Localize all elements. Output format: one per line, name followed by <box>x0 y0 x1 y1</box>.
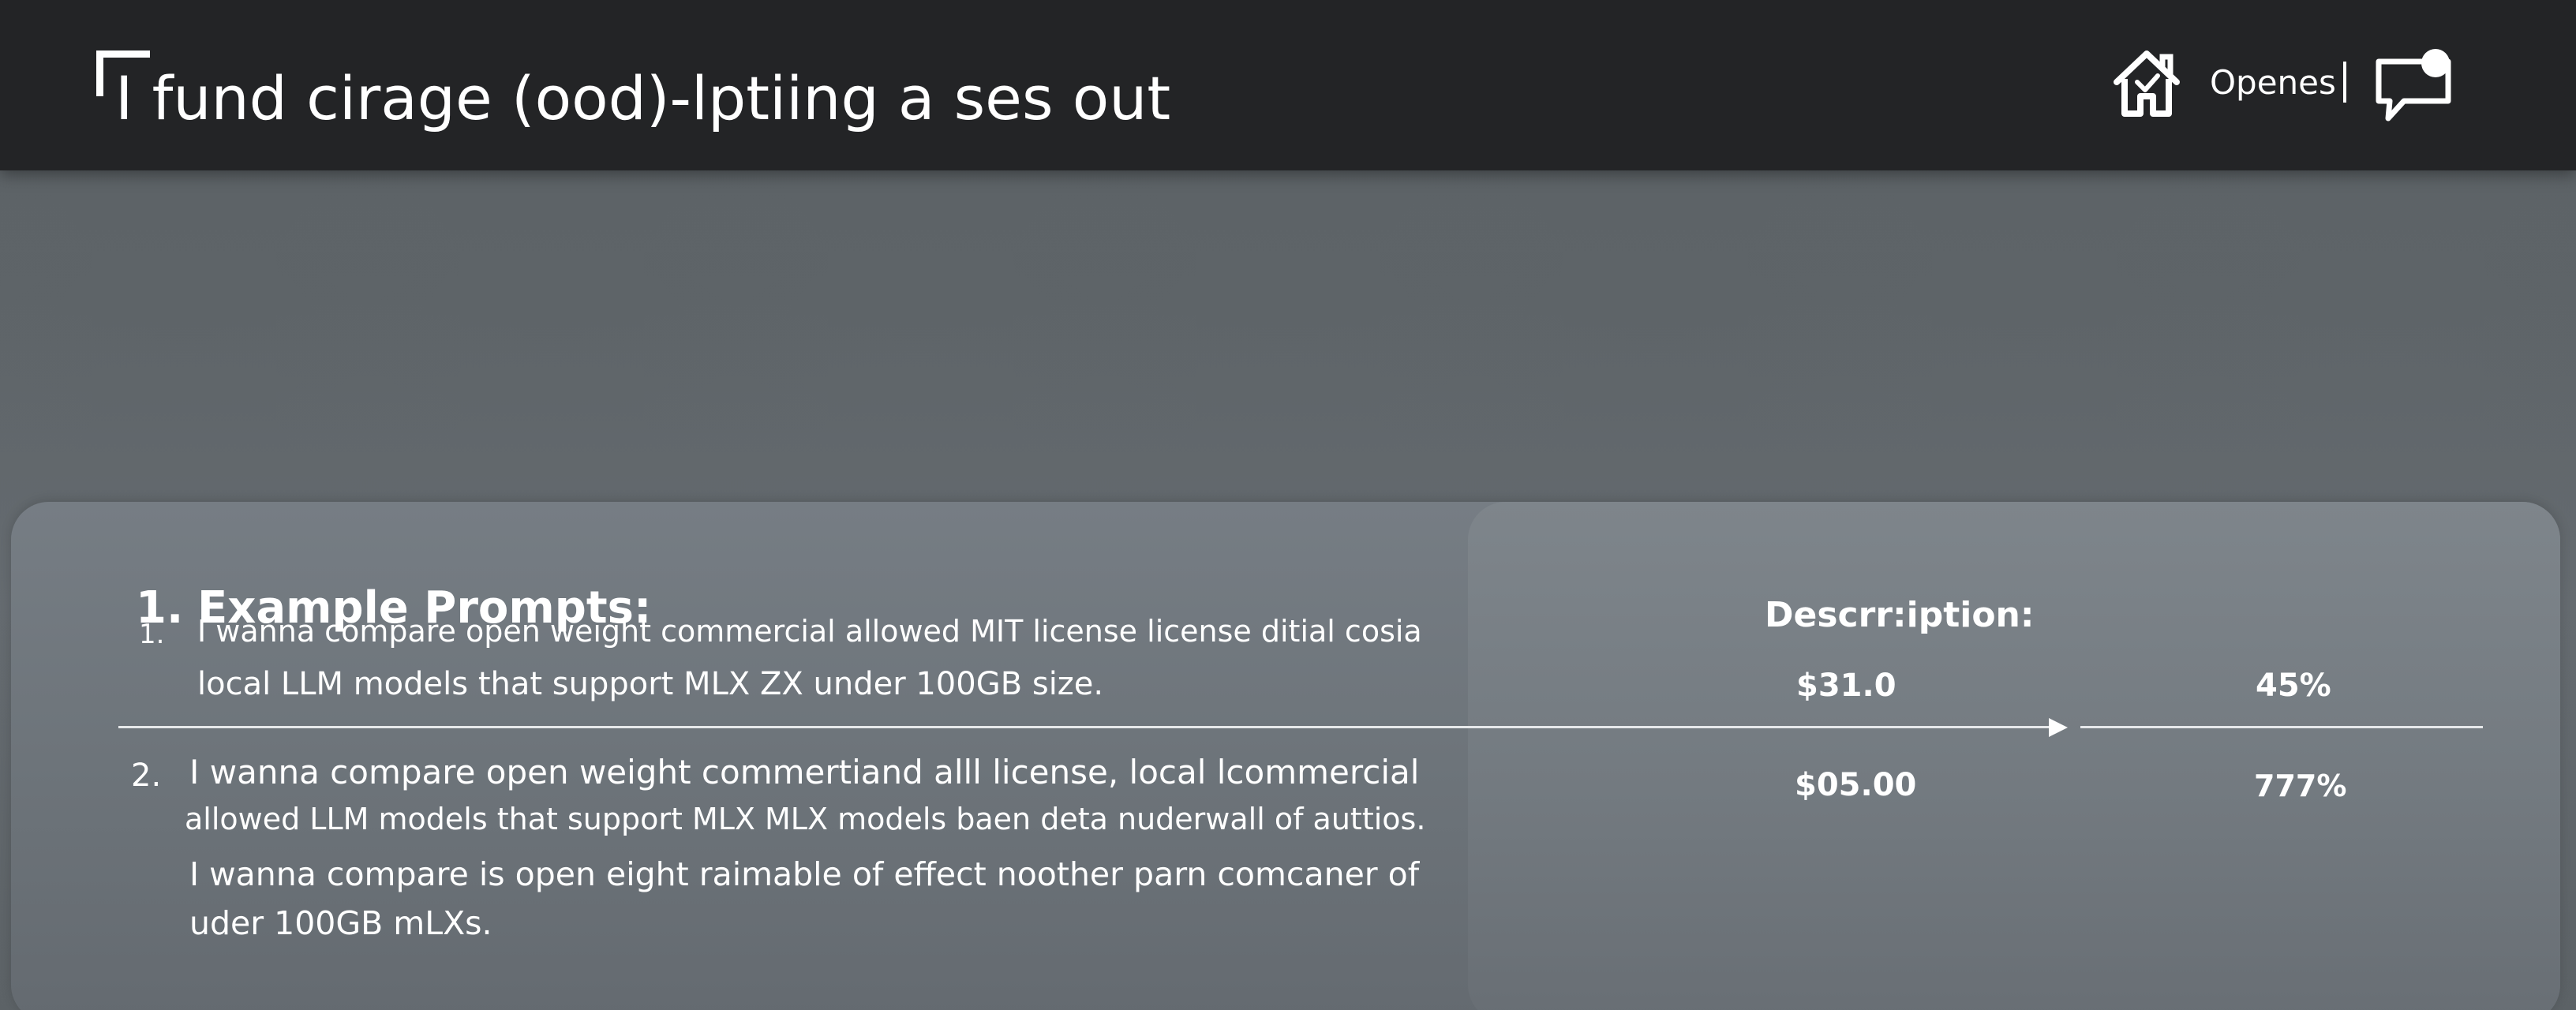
row-2-percent: 777% <box>2254 769 2347 803</box>
app-header: I fund cirage (ood)-lptiing a ses out Op… <box>0 0 2576 170</box>
row-divider-right <box>2080 726 2483 728</box>
nav-label-openes[interactable]: Openes <box>2210 63 2336 102</box>
row-2-price: $05.00 <box>1795 767 1917 803</box>
row-1-price: $31.0 <box>1796 668 1896 704</box>
prompt-2-number: 2. <box>131 758 162 794</box>
prompt-1-line-1[interactable]: I wanna compare open weight commercial a… <box>197 614 1422 649</box>
chat-icon[interactable] <box>2372 46 2454 128</box>
row-1-percent: 45% <box>2256 668 2331 704</box>
prompt-1-number: 1. <box>139 619 165 650</box>
prompt-2-line-2[interactable]: allowed LLM models that support MLX MLX … <box>185 802 1425 836</box>
prompt-2-line-4[interactable]: uder 100GB mLXs. <box>189 904 492 942</box>
row-divider <box>118 726 2060 728</box>
home-icon[interactable] <box>2109 46 2185 122</box>
description-panel <box>1468 502 2560 1010</box>
prompt-1-line-2[interactable]: local LLM models that support MLX ZX und… <box>197 666 1103 702</box>
prompt-2-line-3[interactable]: I wanna compare is open eight raimable o… <box>189 855 1419 893</box>
page-title: I fund cirage (ood)-lptiing a ses out <box>115 63 1171 133</box>
description-title: Descrr:iption: <box>1765 595 2035 635</box>
header-separator <box>2343 62 2346 103</box>
arrow-right-icon <box>2049 718 2068 737</box>
prompt-2-line-1[interactable]: I wanna compare open weight commertiand … <box>189 753 1419 791</box>
